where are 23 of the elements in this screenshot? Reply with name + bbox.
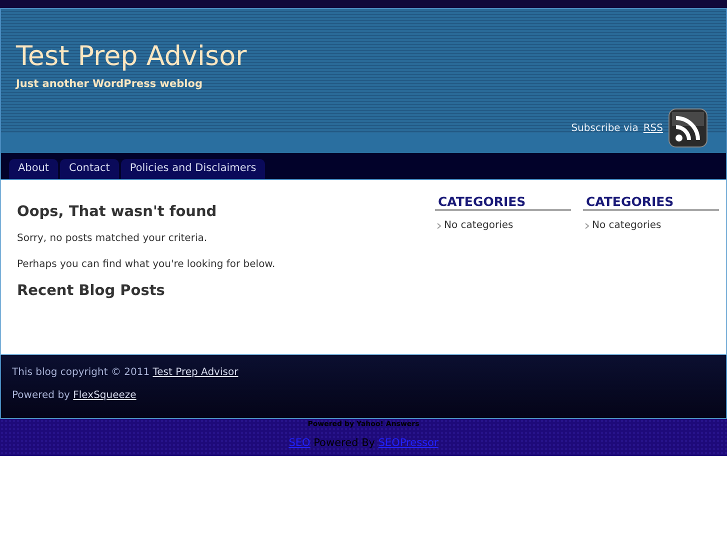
subscribe-text: Subscribe via <box>571 122 638 136</box>
category-item: No categories <box>592 219 662 233</box>
tagline: Just another WordPress weblog <box>14 77 204 92</box>
site-title: Test Prep Advisor <box>14 40 248 74</box>
rss-icon[interactable] <box>668 108 708 148</box>
nav-tab[interactable]: Policies and Disclaimers <box>120 159 266 179</box>
chevron-icon <box>437 222 441 228</box>
widget-title: CATEGORIES <box>583 194 719 211</box>
powered-by-text: Powered by FlexSqueeze <box>12 389 138 403</box>
rss-link[interactable]: RSS <box>643 120 663 136</box>
nav-tab[interactable]: Contact <box>60 159 119 179</box>
seo-credit: SEO Powered By SEOPressor <box>288 436 440 451</box>
widget-title: CATEGORIES <box>435 194 571 211</box>
nav-tab[interactable]: About <box>9 159 58 179</box>
heading: Recent Blog Posts <box>17 283 166 301</box>
copyright-text: This blog copyright © 2011 Test Prep Advisor <box>12 366 240 380</box>
footer-link[interactable]: FlexSqueeze <box>73 390 136 401</box>
chevron-icon <box>585 222 589 228</box>
paragraph: Sorry, no posts matched your criteria. <box>17 232 208 246</box>
heading: Oops, That wasn't found <box>17 204 218 222</box>
footer-link[interactable]: Test Prep Advisor <box>152 367 238 378</box>
category-item: No categories <box>444 219 514 233</box>
paragraph: Perhaps you can find what you're looking for below. <box>17 258 276 272</box>
